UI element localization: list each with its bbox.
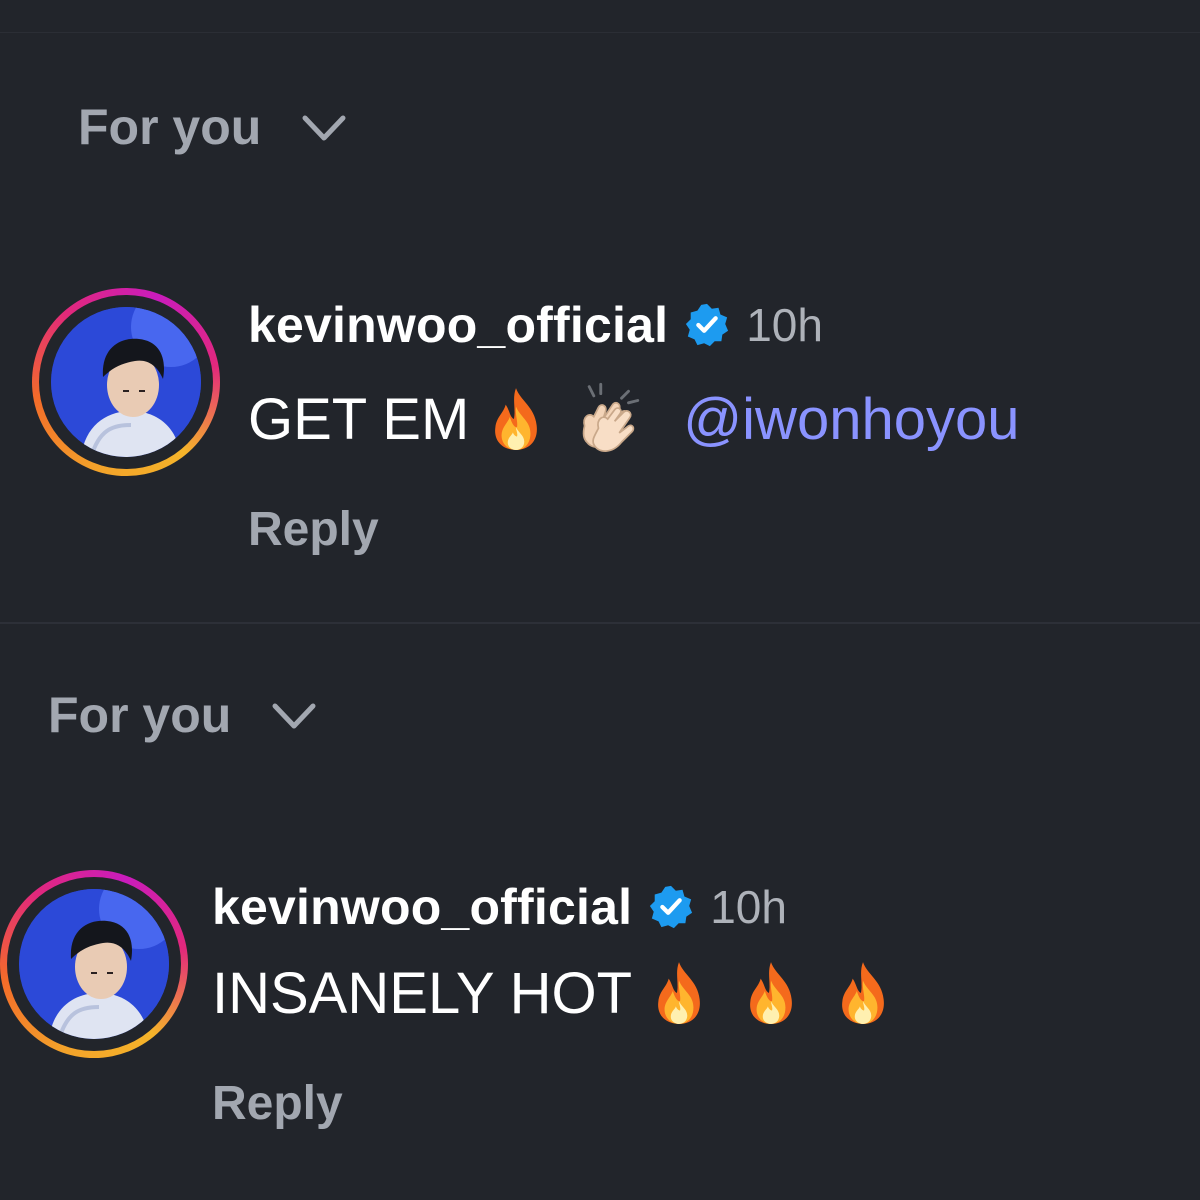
verified-badge-icon (684, 302, 730, 348)
comment-body: GET EM @iwonhoyou (248, 380, 1020, 458)
comment-item: kevinwoo_official 10h GET EM @iwonhoyou … (0, 280, 1200, 580)
comment-panel-1: For you kevinwoo_official 10h GET EM @iw… (0, 0, 1200, 622)
comment-body: INSANELY HOT (212, 958, 896, 1028)
filter-label: For you (48, 687, 232, 743)
for-you-filter[interactable]: For you (78, 98, 347, 156)
comment-text: INSANELY HOT (212, 960, 633, 1026)
comment-item: kevinwoo_official 10h INSANELY HOT Reply (0, 864, 1200, 1164)
username-link[interactable]: kevinwoo_official (248, 296, 668, 354)
fire-emoji-icon (738, 958, 804, 1028)
avatar-image (19, 889, 169, 1039)
timestamp: 10h (746, 299, 823, 351)
timestamp: 10h (710, 881, 787, 933)
username-link[interactable]: kevinwoo_official (212, 878, 632, 936)
fire-emoji-icon (646, 958, 712, 1028)
filter-label: For you (78, 99, 262, 155)
comment-header: kevinwoo_official 10h (212, 878, 787, 936)
reply-button[interactable]: Reply (248, 502, 379, 557)
mention-link[interactable]: @iwonhoyou (683, 386, 1019, 453)
verified-badge-icon (648, 884, 694, 930)
reply-button[interactable]: Reply (212, 1076, 343, 1131)
comment-panel-2: For you kevinwoo_official 10h INSANELY H… (0, 624, 1200, 1200)
clapping-hands-emoji-icon (573, 380, 647, 458)
avatar[interactable] (0, 870, 188, 1058)
for-you-filter[interactable]: For you (48, 686, 317, 744)
comment-text: GET EM (248, 386, 470, 452)
fire-emoji-icon (483, 384, 549, 454)
comment-header: kevinwoo_official 10h (248, 296, 823, 354)
chevron-down-icon (301, 98, 347, 156)
chevron-down-icon (271, 686, 317, 744)
fire-emoji-icon (830, 958, 896, 1028)
avatar-image (51, 307, 201, 457)
avatar[interactable] (32, 288, 220, 476)
